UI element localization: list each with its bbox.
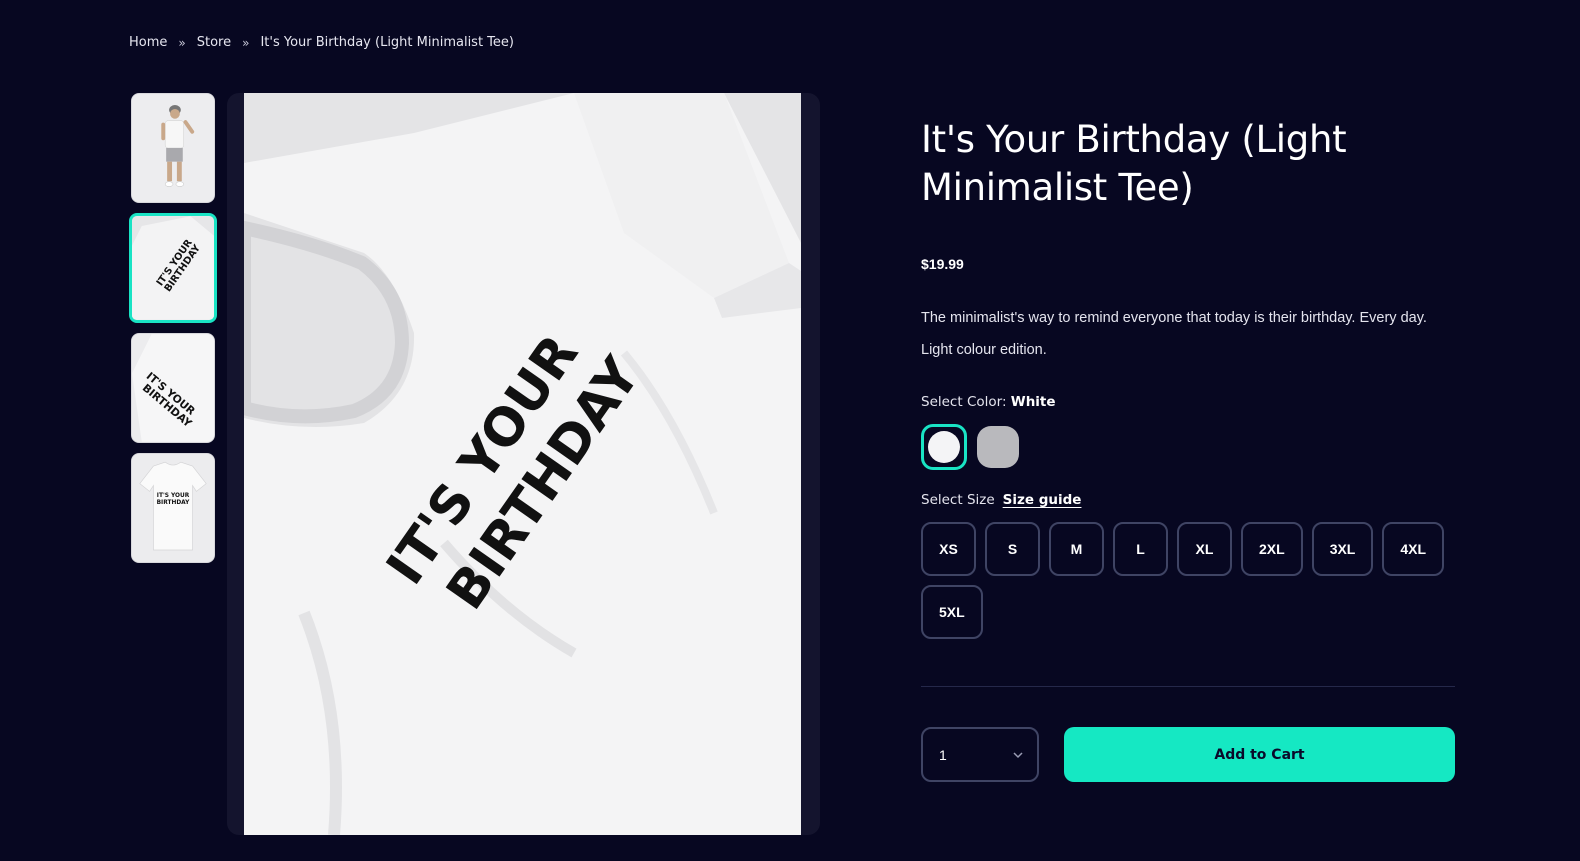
product-price: $19.99 xyxy=(921,256,964,272)
color-selected-value: White xyxy=(1010,394,1056,410)
product-info: It's Your Birthday (Light Minimalist Tee… xyxy=(921,116,1455,782)
breadcrumb-current: It's Your Birthday (Light Minimalist Tee… xyxy=(260,35,514,50)
size-l-button[interactable]: L xyxy=(1113,522,1168,576)
color-swatch-white[interactable] xyxy=(921,424,967,470)
size-xl-button[interactable]: XL xyxy=(1177,522,1232,576)
size-options: XS S M L XL 2XL 3XL 4XL 5XL xyxy=(921,522,1455,639)
chevron-down-icon xyxy=(1013,751,1023,758)
thumbnail-model[interactable] xyxy=(131,93,215,203)
quantity-value: 1 xyxy=(939,746,947,763)
product-description: The minimalist's way to remind everyone … xyxy=(921,310,1427,326)
product-description-edition: Light colour edition. xyxy=(921,342,1047,358)
cart-row: 1 Add to Cart xyxy=(921,727,1455,782)
size-xs-button[interactable]: XS xyxy=(921,522,976,576)
add-to-cart-button[interactable]: Add to Cart xyxy=(1064,727,1455,782)
size-s-button[interactable]: S xyxy=(985,522,1040,576)
size-label: Select Size Size guide xyxy=(921,492,1455,508)
shirt-flat-image: IT'S YOUR BIRTHDAY xyxy=(132,454,214,562)
color-label: Select Color: White xyxy=(921,394,1455,410)
breadcrumb-separator: » xyxy=(178,35,186,50)
model-photo-image xyxy=(132,94,214,202)
size-3xl-button[interactable]: 3XL xyxy=(1311,522,1374,576)
size-label-text: Select Size xyxy=(921,492,995,508)
size-4xl-button[interactable]: 4XL xyxy=(1382,522,1445,576)
size-guide-link[interactable]: Size guide xyxy=(1003,492,1082,508)
thumbnail-gallery: IT'S YOUR BIRTHDAY IT'S YOUR BIRTHDAY IT… xyxy=(129,93,217,573)
color-swatch-grey[interactable] xyxy=(977,426,1019,468)
product-title: It's Your Birthday (Light Minimalist Tee… xyxy=(921,118,1347,209)
breadcrumb-separator: » xyxy=(242,35,250,50)
svg-text:BIRTHDAY: BIRTHDAY xyxy=(157,500,191,506)
thumbnail-shirt-flat[interactable]: IT'S YOUR BIRTHDAY xyxy=(131,453,215,563)
thumbnail-shirt-angled[interactable]: IT'S YOUR BIRTHDAY xyxy=(129,213,217,323)
quantity-select[interactable]: 1 xyxy=(921,727,1039,782)
color-label-text: Select Color: xyxy=(921,394,1007,410)
breadcrumb-store[interactable]: Store xyxy=(197,35,231,50)
size-5xl-button[interactable]: 5XL xyxy=(921,585,983,639)
shirt-angled-image: IT'S YOUR BIRTHDAY xyxy=(132,216,214,320)
breadcrumb: Home » Store » It's Your Birthday (Light… xyxy=(129,35,514,50)
white-color-dot xyxy=(928,431,960,463)
thumbnail-shirt-folded[interactable]: IT'S YOUR BIRTHDAY xyxy=(131,333,215,443)
svg-text:IT'S YOUR: IT'S YOUR xyxy=(157,493,190,499)
tshirt-photo: IT'S YOUR BIRTHDAY xyxy=(244,93,801,835)
size-2xl-button[interactable]: 2XL xyxy=(1241,522,1303,576)
size-m-button[interactable]: M xyxy=(1049,522,1104,576)
main-product-image[interactable]: IT'S YOUR BIRTHDAY xyxy=(227,93,820,835)
breadcrumb-home[interactable]: Home xyxy=(129,35,167,50)
product-photo: IT'S YOUR BIRTHDAY xyxy=(244,93,801,835)
divider xyxy=(921,686,1455,687)
shirt-folded-image: IT'S YOUR BIRTHDAY xyxy=(132,334,214,442)
color-swatches xyxy=(921,424,1455,470)
